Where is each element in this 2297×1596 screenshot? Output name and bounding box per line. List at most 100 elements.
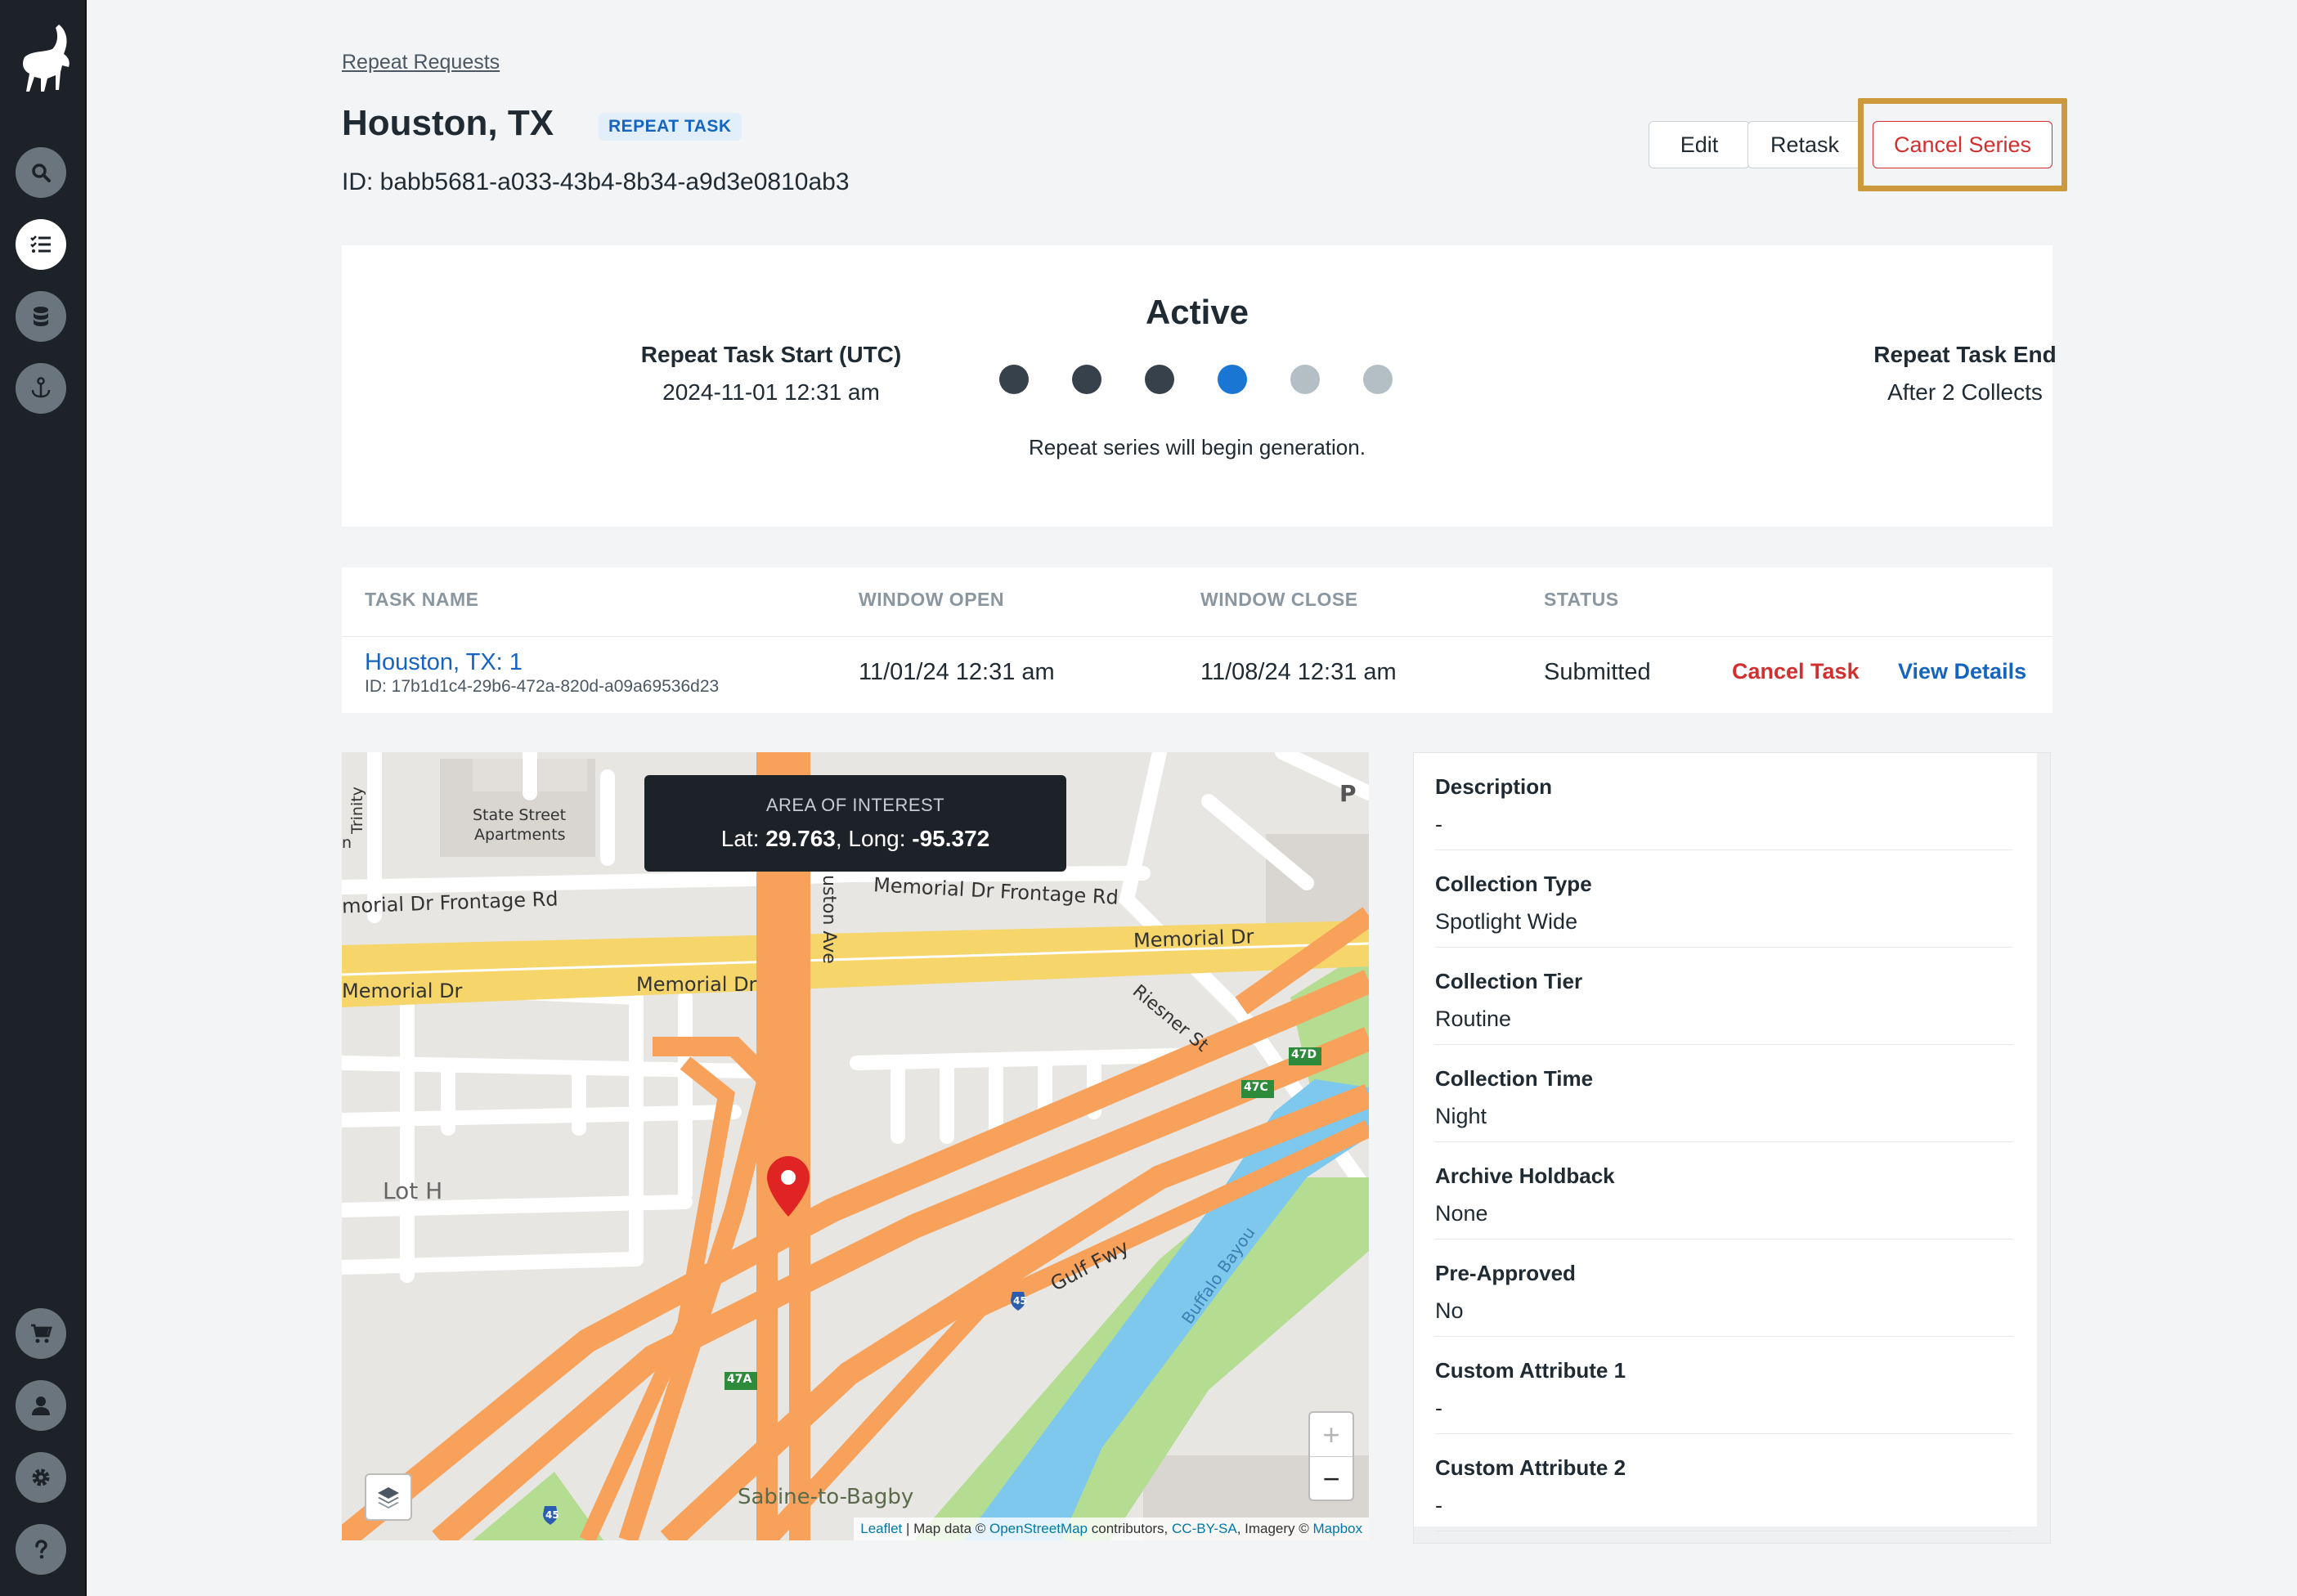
anchor-icon	[31, 377, 51, 398]
task-name-link[interactable]: Houston, TX: 1	[365, 649, 523, 676]
map-attribution: Leaflet | Map data © OpenStreetMap contr…	[854, 1518, 1369, 1540]
detail-label: Collection Type	[1435, 872, 1592, 896]
map[interactable]: State Street Apartments Trinity n morial…	[342, 752, 1369, 1540]
progress-step-done	[1145, 365, 1174, 394]
detail-value: -	[1435, 812, 1442, 836]
aoi-title: AREA OF INTEREST	[765, 795, 945, 815]
detail-value: No	[1435, 1298, 1464, 1323]
aoi-lat: 29.763	[765, 826, 836, 851]
help-icon	[35, 1540, 47, 1559]
status-card: Active Repeat Task Start (UTC) 2024-11-0…	[342, 245, 2057, 527]
detail-label: Custom Attribute 2	[1435, 1455, 1626, 1480]
map-label: Memorial Dr	[342, 980, 463, 1002]
detail-item: Collection Tier Routine	[1435, 948, 2012, 1045]
cart-nav-button[interactable]	[16, 1308, 66, 1359]
map-label: Apartments	[474, 826, 566, 844]
anchor-nav-button[interactable]	[16, 363, 66, 414]
view-details-link[interactable]: View Details	[1898, 659, 2026, 684]
ibex-logo[interactable]	[11, 21, 75, 103]
detail-label: Custom Attribute 1	[1435, 1358, 1626, 1383]
progress-step-current	[1218, 365, 1247, 394]
sidebar	[0, 0, 87, 1596]
detail-value: Night	[1435, 1104, 1487, 1128]
layers-button[interactable]	[365, 1473, 412, 1521]
search-nav-button[interactable]	[16, 147, 66, 198]
map-label: 47D	[1291, 1048, 1317, 1061]
zoom-in-button[interactable]: +	[1310, 1413, 1353, 1457]
detail-label: Archive Holdback	[1435, 1163, 1615, 1188]
end-value: After 2 Collects	[1887, 379, 2043, 405]
cart-icon	[31, 1324, 52, 1343]
window-close-value: 11/08/24 12:31 am	[1200, 659, 1397, 685]
retask-button[interactable]: Retask	[1747, 121, 1862, 168]
task-id: ID: 17b1d1c4-29b6-472a-820d-a09a69536d23	[365, 677, 720, 696]
map-label: Memorial Dr	[636, 973, 757, 996]
interstate-shield-icon: 45	[545, 1509, 559, 1521]
start-value: 2024-11-01 12:31 am	[662, 379, 880, 405]
detail-value: -	[1435, 1493, 1442, 1518]
account-nav-button[interactable]	[16, 1380, 66, 1431]
database-icon	[34, 307, 48, 326]
detail-value: Spotlight Wide	[1435, 909, 1578, 934]
map-label: Memorial Dr	[1133, 925, 1254, 953]
header-task-name: TASK NAME	[365, 589, 479, 610]
breadcrumb-repeat-requests[interactable]: Repeat Requests	[342, 51, 500, 74]
help-nav-button[interactable]	[16, 1524, 66, 1575]
header-window-close: WINDOW CLOSE	[1200, 589, 1358, 610]
tasks-nav-button[interactable]	[16, 219, 66, 270]
settings-nav-button[interactable]	[16, 1452, 66, 1503]
series-status: Active	[1145, 293, 1249, 331]
task-status-value: Submitted	[1544, 659, 1651, 685]
series-id: ID: babb5681-a033-43b4-8b34-a9d3e0810ab3	[342, 168, 850, 195]
cancel-series-button[interactable]: Cancel Series	[1873, 121, 2052, 168]
zoom-out-button[interactable]: −	[1310, 1457, 1353, 1501]
interstate-shield-icon: 45	[1013, 1295, 1027, 1307]
parking-icon: P	[1339, 780, 1357, 807]
osm-link[interactable]: OpenStreetMap	[989, 1521, 1088, 1536]
page-title: Houston, TX	[342, 103, 554, 143]
detail-label: Description	[1435, 774, 1553, 799]
progress-step-pending	[1363, 365, 1393, 394]
aoi-tooltip: AREA OF INTEREST Lat: 29.763, Long: -95.…	[644, 775, 1066, 872]
status-message: Repeat series will begin generation.	[1029, 435, 1366, 460]
detail-item: Collection Time Night	[1435, 1045, 2012, 1142]
map-label: 47A	[727, 1373, 752, 1386]
repeat-task-badge: REPEAT TASK	[599, 113, 742, 141]
detail-label: Collection Tier	[1435, 969, 1583, 993]
map-label: uston Ave	[819, 875, 839, 964]
aoi-long: -95.372	[912, 826, 990, 851]
map-label: State Street	[473, 806, 567, 824]
gear-icon	[32, 1468, 50, 1486]
map-label: 47C	[1244, 1081, 1268, 1094]
scrollbar-track[interactable]	[2037, 753, 2050, 1543]
progress-step-done	[1072, 365, 1101, 394]
header-window-open: WINDOW OPEN	[859, 589, 1004, 610]
ccbysa-link[interactable]: CC-BY-SA	[1172, 1521, 1237, 1536]
start-label: Repeat Task Start (UTC)	[640, 342, 902, 367]
detail-value: None	[1435, 1201, 1488, 1226]
detail-item: Archive Holdback None	[1435, 1142, 2012, 1240]
data-nav-button[interactable]	[16, 291, 66, 342]
search-icon	[32, 164, 51, 182]
user-icon	[32, 1396, 50, 1415]
window-open-value: 11/01/24 12:31 am	[859, 659, 1055, 685]
detail-item: Custom Attribute 1 -	[1435, 1337, 2012, 1434]
aoi-coordinates: Lat: 29.763, Long: -95.372	[720, 826, 990, 851]
table-divider	[342, 636, 2052, 637]
detail-item: Collection Type Spotlight Wide	[1435, 850, 2012, 948]
detail-label: Collection Time	[1435, 1066, 1594, 1091]
cancel-task-link[interactable]: Cancel Task	[1732, 659, 1860, 684]
map-label: Sabine-to-Bagby	[738, 1485, 914, 1509]
header-status: STATUS	[1544, 589, 1619, 610]
detail-value: Routine	[1435, 1006, 1512, 1031]
task-table: TASK NAME WINDOW OPEN WINDOW CLOSE STATU…	[342, 567, 2052, 713]
layers-icon	[378, 1487, 399, 1509]
detail-value: -	[1435, 1396, 1442, 1420]
map-label: Trinity	[348, 787, 366, 834]
edit-button[interactable]: Edit	[1649, 121, 1750, 168]
detail-item: Custom Attribute 2 -	[1435, 1434, 2012, 1531]
progress-step-done	[999, 365, 1029, 394]
mapbox-link[interactable]: Mapbox	[1313, 1521, 1362, 1536]
details-panel: Description - Collection Type Spotlight Wid…	[1413, 752, 2051, 1544]
leaflet-link[interactable]: Leaflet	[860, 1521, 902, 1536]
